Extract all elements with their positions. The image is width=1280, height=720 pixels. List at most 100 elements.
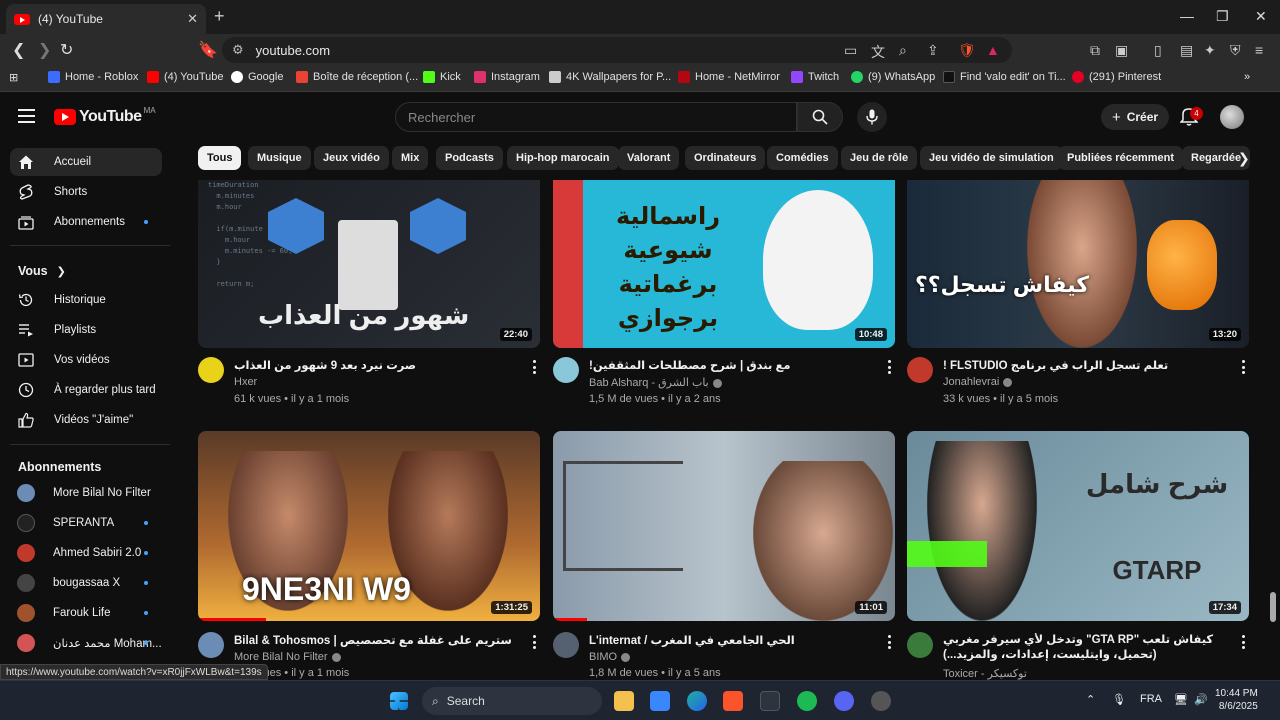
video-title[interactable]: ستريم على غفلة مع تحصصيص | Bilal & Tohos… bbox=[234, 633, 516, 647]
sidebar-toggle-icon[interactable]: ▯ bbox=[1154, 42, 1162, 59]
video-title[interactable]: مع بندق | شرح مصطلحات المثقفين! bbox=[589, 358, 871, 372]
account-avatar[interactable] bbox=[1220, 105, 1244, 129]
close-tab-icon[interactable]: ✕ bbox=[187, 11, 198, 27]
bookmark-item-whatsapp[interactable]: (9) WhatsApp bbox=[851, 71, 935, 83]
app-icon[interactable] bbox=[871, 691, 891, 711]
store-icon[interactable] bbox=[650, 691, 670, 711]
video-thumbnail[interactable]: شرح شامل GTARP 17:34 bbox=[907, 431, 1249, 621]
chip-comedies[interactable]: Comédies bbox=[767, 146, 838, 170]
video-channel[interactable]: Jonahlevrai bbox=[943, 376, 1013, 388]
chip-video-games[interactable]: Jeux vidéo bbox=[314, 146, 389, 170]
chevron-right-icon[interactable]: ❯ bbox=[1238, 150, 1250, 167]
terminal-icon[interactable] bbox=[760, 691, 780, 711]
channel-avatar[interactable] bbox=[198, 357, 224, 383]
chip-valorant[interactable]: Valorant bbox=[618, 146, 680, 170]
cast-icon[interactable]: ▭ bbox=[844, 42, 857, 59]
bookmark-item-kick[interactable]: Kick bbox=[423, 71, 461, 83]
channel-avatar[interactable] bbox=[907, 357, 933, 383]
back-icon[interactable]: ❮ bbox=[12, 40, 25, 60]
video-options-icon[interactable] bbox=[1241, 360, 1245, 374]
sidebar-item-your-videos[interactable]: Vos vidéos bbox=[10, 346, 162, 374]
bookmark-item-wallpapers[interactable]: 4K Wallpapers for P... bbox=[549, 71, 671, 83]
tray-chevron-icon[interactable]: ⌃ bbox=[1086, 693, 1095, 706]
sidebar-item-playlists[interactable]: Playlists bbox=[10, 316, 162, 344]
video-title[interactable]: الحي الجامعي في المغرب / L'internat bbox=[589, 633, 871, 647]
zoom-icon[interactable]: ⌕ bbox=[899, 42, 907, 59]
site-info-icon[interactable]: ⚙ bbox=[232, 42, 244, 58]
video-options-icon[interactable] bbox=[887, 635, 891, 649]
bookmark-item-google[interactable]: Google bbox=[231, 71, 283, 83]
network-icon[interactable]: 🖥 bbox=[1174, 693, 1188, 706]
sidebar-item-shorts[interactable]: Shorts bbox=[10, 178, 162, 206]
voice-search-button[interactable] bbox=[857, 102, 887, 132]
bookmark-item-youtube[interactable]: (4) YouTube bbox=[147, 71, 224, 83]
forward-icon[interactable]: ❯ bbox=[38, 40, 51, 60]
sidebar-item-history[interactable]: Historique bbox=[10, 286, 162, 314]
input-language[interactable]: FRA bbox=[1140, 693, 1162, 705]
sidebar-sub-ahmed-sabiri[interactable]: Ahmed Sabiri 2.0 bbox=[10, 539, 162, 567]
bookmark-item-pinterest[interactable]: (291) Pinterest bbox=[1072, 71, 1161, 83]
bookmark-item-gmail[interactable]: Boîte de réception (... bbox=[296, 71, 418, 83]
video-options-icon[interactable] bbox=[1241, 635, 1245, 649]
brave-icon[interactable] bbox=[723, 691, 743, 711]
page-scrollbar[interactable] bbox=[1270, 592, 1276, 622]
browser-tab[interactable]: (4) YouTube ✕ bbox=[6, 4, 206, 34]
video-title[interactable]: صرت نيرد بعد 9 شهور من العذاب bbox=[234, 358, 516, 372]
microphone-icon[interactable]: 🎙 bbox=[1112, 693, 1126, 706]
taskbar-search[interactable]: ⌕ Search bbox=[422, 687, 602, 715]
brave-rewards-icon[interactable]: ▲ bbox=[986, 42, 1000, 58]
video-channel[interactable]: BIMO bbox=[589, 651, 631, 663]
sidebar-item-subscriptions[interactable]: Abonnements bbox=[10, 208, 162, 236]
sidebar-sub-speranta[interactable]: SPERANTA bbox=[10, 509, 162, 537]
video-thumbnail[interactable]: timeDuration m.minutes m.hour if(m.minut… bbox=[198, 180, 540, 348]
new-tab-icon[interactable]: + bbox=[214, 6, 225, 27]
video-thumbnail[interactable]: راسمالية شيوعية برغماتية برجوازي 10:48 bbox=[553, 180, 895, 348]
extensions-icon[interactable]: ⧉ bbox=[1090, 42, 1100, 59]
channel-avatar[interactable] bbox=[553, 632, 579, 658]
bookmark-item-twitch[interactable]: Twitch bbox=[791, 71, 839, 83]
translate-icon[interactable]: 文 bbox=[871, 42, 885, 62]
bookmark-item-instagram[interactable]: Instagram bbox=[474, 71, 540, 83]
youtube-logo[interactable]: YouTube MA bbox=[54, 106, 156, 126]
maximize-icon[interactable]: ❐ bbox=[1216, 8, 1229, 25]
spotify-icon[interactable] bbox=[797, 691, 817, 711]
video-title[interactable]: كيفاش تلعب "GTA RP" وتدخل لأي سيرفر مغرب… bbox=[943, 633, 1225, 663]
sidebar-you-header[interactable]: Vous ❯ bbox=[18, 264, 66, 278]
create-button[interactable]: + Créer bbox=[1101, 104, 1169, 130]
channel-avatar[interactable] bbox=[198, 632, 224, 658]
screenshot-icon[interactable]: ▣ bbox=[1115, 42, 1128, 59]
sidebar-item-home[interactable]: Accueil bbox=[10, 148, 162, 176]
video-channel[interactable]: Toxicer - توكسيكر bbox=[943, 667, 1027, 680]
bookmark-icon[interactable]: 🔖 bbox=[198, 40, 218, 60]
vpn-icon[interactable]: ⛨ bbox=[1230, 42, 1241, 59]
windows-start-icon[interactable] bbox=[390, 692, 408, 710]
video-thumbnail[interactable]: كيفاش تسجل؟؟ 13:20 bbox=[907, 180, 1249, 348]
guide-menu-icon[interactable] bbox=[18, 109, 35, 123]
bookmark-item-tiktok[interactable]: Find 'valo edit' on Ti... bbox=[943, 71, 1066, 83]
bookmark-item-netmirror[interactable]: Home - NetMirror bbox=[678, 71, 780, 83]
search-input[interactable]: Rechercher bbox=[395, 102, 797, 132]
taskbar-clock[interactable]: 10:44 PM 8/6/2025 bbox=[1215, 687, 1258, 713]
chip-all[interactable]: Tous bbox=[198, 146, 242, 170]
video-title[interactable]: تعلم تسجل الراب في برنامج FLSTUDIO ! bbox=[943, 358, 1225, 372]
file-explorer-icon[interactable] bbox=[614, 691, 634, 711]
chip-computers[interactable]: Ordinateurs bbox=[685, 146, 766, 170]
url-field[interactable]: ⚙ youtube.com bbox=[222, 37, 1012, 63]
video-thumbnail[interactable]: 9NE3NI W9 1:31:25 bbox=[198, 431, 540, 621]
minimize-icon[interactable]: — bbox=[1180, 8, 1194, 24]
volume-icon[interactable]: 🔊 bbox=[1194, 693, 1208, 706]
video-thumbnail[interactable]: 11:01 bbox=[553, 431, 895, 621]
video-channel[interactable]: Hxer bbox=[234, 376, 257, 388]
video-options-icon[interactable] bbox=[532, 635, 536, 649]
video-channel[interactable]: More Bilal No Filter bbox=[234, 651, 341, 663]
channel-avatar[interactable] bbox=[907, 632, 933, 658]
chip-rpg[interactable]: Jeu de rôle bbox=[841, 146, 918, 170]
channel-avatar[interactable] bbox=[553, 357, 579, 383]
leo-ai-icon[interactable]: ✦ bbox=[1204, 42, 1216, 59]
chip-moroccan-hiphop[interactable]: Hip-hop marocain bbox=[507, 146, 619, 170]
discord-icon[interactable] bbox=[834, 691, 854, 711]
chip-recently-uploaded[interactable]: Publiées récemment bbox=[1058, 146, 1183, 170]
sidebar-item-liked-videos[interactable]: Vidéos "J'aime" bbox=[10, 406, 162, 434]
chip-simulation-games[interactable]: Jeu vidéo de simulation bbox=[920, 146, 1063, 170]
search-button[interactable] bbox=[797, 102, 843, 132]
